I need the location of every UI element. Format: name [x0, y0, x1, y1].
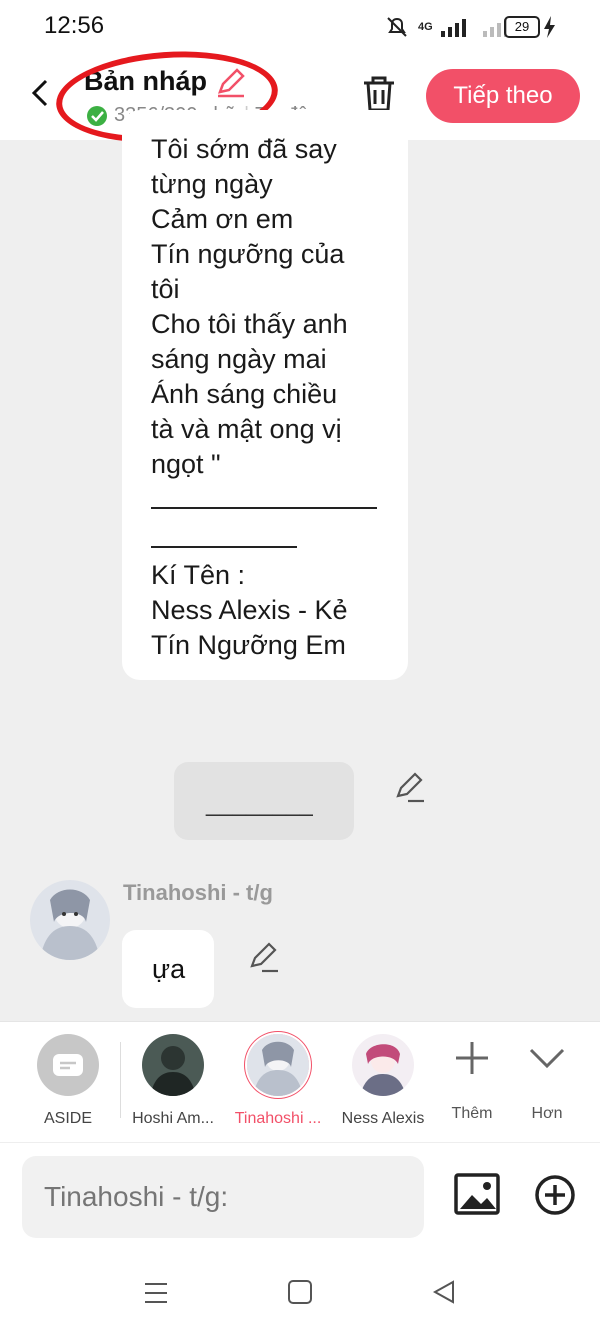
divider-line: [151, 507, 377, 509]
divider-line: [151, 546, 297, 548]
aside-text: ________: [206, 790, 313, 817]
home-icon[interactable]: [288, 1280, 312, 1304]
poem-line: Cho tôi thấy anh: [151, 309, 348, 339]
chevron-down-icon: [529, 1048, 565, 1069]
character-ness[interactable]: Ness Alexis: [337, 1034, 429, 1128]
add-label: Thêm: [451, 1105, 493, 1122]
charging-icon: [544, 16, 555, 38]
back-icon[interactable]: [28, 78, 56, 108]
signature-line: Ness Alexis - Kẻ: [151, 595, 348, 625]
edit-icon[interactable]: [392, 770, 428, 806]
mute-icon: [387, 17, 407, 37]
poem-line: ngọt ": [151, 449, 221, 479]
status-icons: 4G: [384, 16, 507, 38]
edit-icon[interactable]: [246, 940, 282, 976]
avatar[interactable]: [30, 880, 110, 960]
aside-icon: [37, 1034, 99, 1096]
signature-label: Kí Tên :: [151, 560, 246, 590]
signature-line: Tín Ngưỡng Em: [151, 630, 346, 660]
next-button[interactable]: Tiếp theo: [426, 69, 580, 123]
add-circle-icon[interactable]: [534, 1174, 576, 1216]
avatar: [352, 1034, 414, 1096]
avatar: [142, 1034, 204, 1096]
poem-line: tà và mật ong vị: [151, 414, 342, 444]
battery-level: 29: [514, 19, 530, 34]
poem-line: sáng ngày mai: [151, 344, 327, 374]
author-name: Tinahoshi - t/g: [123, 880, 273, 905]
back-triangle-icon[interactable]: [432, 1280, 456, 1304]
character-hoshi[interactable]: Hoshi Am...: [127, 1034, 219, 1128]
character-label: ASIDE: [43, 1110, 92, 1127]
image-icon[interactable]: [454, 1173, 500, 1215]
reply-text: ựa: [152, 954, 186, 984]
recent-apps-icon[interactable]: [143, 1281, 169, 1305]
message-input[interactable]: [22, 1156, 424, 1238]
character-aside[interactable]: ASIDE: [22, 1034, 114, 1128]
avatar: [247, 1034, 309, 1096]
add-character-button[interactable]: Thêm: [442, 1038, 502, 1123]
poem-line: Cảm ơn em: [151, 204, 294, 234]
poem-line: tôi: [151, 274, 180, 304]
character-tinahoshi[interactable]: Tinahoshi ...: [232, 1034, 324, 1128]
message-text: Tôi sớm đã say từng ngày Cảm ơn em Tín n…: [151, 132, 401, 482]
character-label: Ness Alexis: [341, 1110, 425, 1127]
poem-line: Tín ngưỡng của: [151, 239, 345, 269]
more-button[interactable]: Hơn: [517, 1038, 577, 1123]
battery-indicator: 29: [504, 16, 540, 38]
signature-block: Kí Tên : Ness Alexis - Kẻ Tín Ngưỡng Em: [151, 558, 401, 663]
more-label: Hơn: [531, 1105, 563, 1122]
signal-icon: [440, 19, 466, 37]
trash-icon[interactable]: [360, 74, 398, 114]
network-type: 4G: [418, 21, 433, 33]
status-time: 12:56: [44, 12, 105, 39]
character-label: Hoshi Am...: [132, 1110, 214, 1127]
signal-empty-icon: [482, 19, 507, 37]
character-label: Tinahoshi ...: [234, 1110, 322, 1127]
poem-line: từng ngày: [151, 169, 273, 199]
plus-icon: [456, 1042, 488, 1074]
poem-line: Tôi sớm đã say: [151, 134, 337, 164]
divider: [120, 1042, 121, 1118]
poem-line: Ánh sáng chiều: [151, 379, 338, 409]
